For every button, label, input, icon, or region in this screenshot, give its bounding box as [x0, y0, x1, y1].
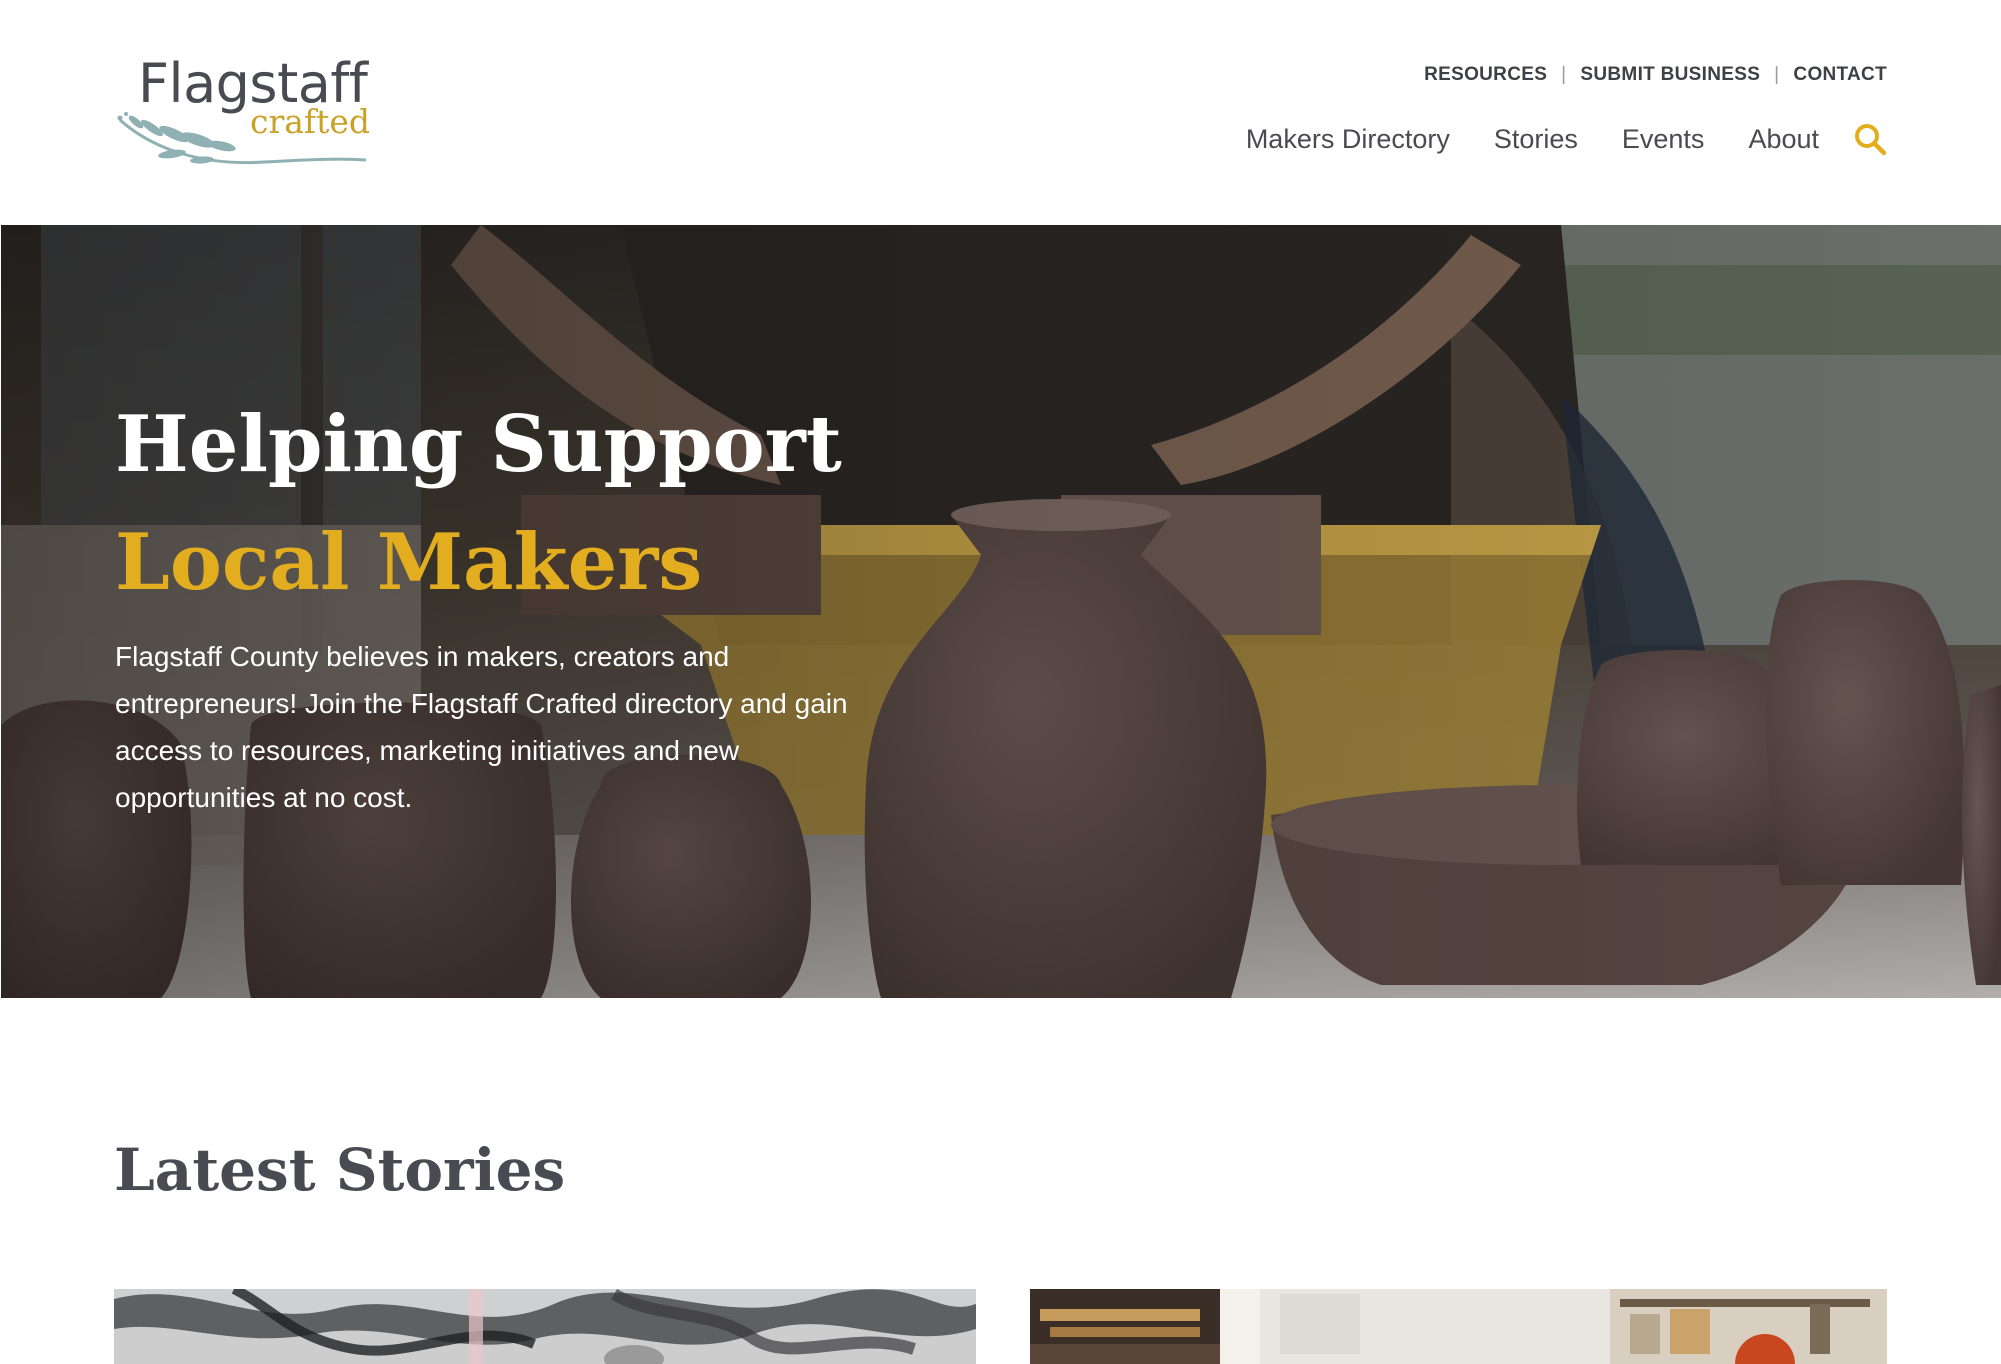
site-logo[interactable]: Flagstaff crafted — [114, 52, 374, 170]
main-nav: Makers Directory Stories Events About — [1246, 122, 1887, 156]
hero-title-line1: Helping Support — [115, 399, 842, 490]
hero-title-line2: Local Makers — [115, 517, 703, 608]
utility-separator: | — [1561, 64, 1567, 85]
story-thumbnail — [114, 1289, 976, 1364]
utility-separator: | — [1774, 64, 1780, 85]
utility-link-contact[interactable]: CONTACT — [1793, 64, 1887, 86]
story-card[interactable] — [1030, 1289, 1887, 1364]
latest-stories-title: Latest Stories — [114, 1136, 566, 1204]
branch-icon — [117, 112, 367, 165]
utility-nav: RESOURCES | SUBMIT BUSINESS | CONTACT — [1424, 64, 1887, 86]
nav-stories[interactable]: Stories — [1494, 124, 1578, 155]
hero-banner: Helping Support Local Makers Flagstaff C… — [1, 225, 2001, 998]
search-icon[interactable] — [1853, 122, 1887, 156]
nav-events[interactable]: Events — [1622, 124, 1705, 155]
utility-link-resources[interactable]: RESOURCES — [1424, 64, 1547, 86]
utility-link-submit-business[interactable]: SUBMIT BUSINESS — [1580, 64, 1760, 86]
nav-makers-directory[interactable]: Makers Directory — [1246, 124, 1450, 155]
story-card[interactable] — [114, 1289, 976, 1364]
nav-about[interactable]: About — [1748, 124, 1819, 155]
story-thumbnail — [1030, 1289, 1887, 1364]
hero-description: Flagstaff County believes in makers, cre… — [115, 641, 848, 813]
